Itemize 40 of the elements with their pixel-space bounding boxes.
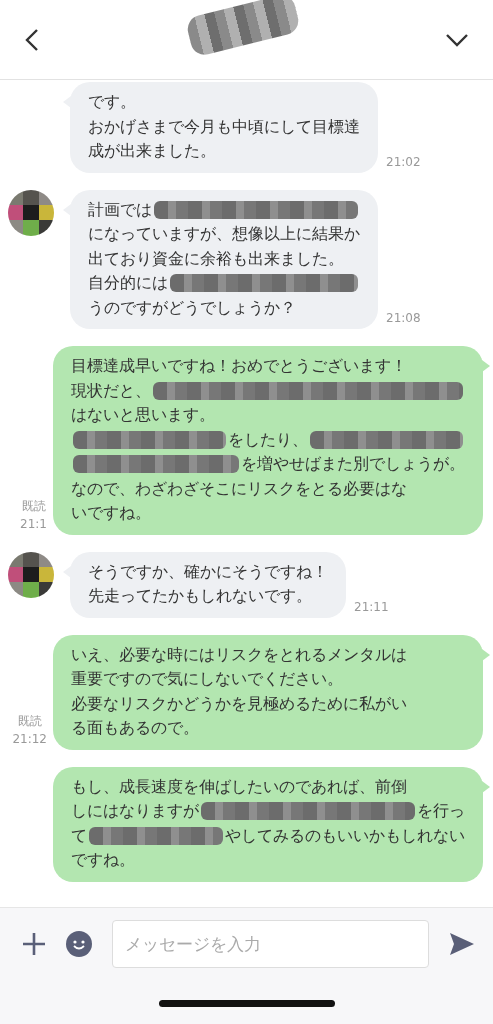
read-receipt: 既読 xyxy=(21,497,46,515)
message-text: もし、成長速度を伸ばしたいのであれば、前倒 xyxy=(71,775,407,798)
message-text: を行っ xyxy=(417,800,465,822)
message-text: をしたり、 xyxy=(228,428,308,451)
message-text: しにはなりますが xyxy=(71,800,199,822)
message-text: る面もあるので。 xyxy=(71,717,199,739)
plus-icon[interactable] xyxy=(22,932,46,956)
timestamp: 21:12 xyxy=(12,730,47,748)
message-text: そうですか、確かにそうですね！ xyxy=(88,560,328,583)
timestamp: 21:1 xyxy=(20,515,47,533)
message-text: やしてみるのもいいかもしれない xyxy=(225,824,465,847)
message-text: おかげさまで今月も中頃にして目標達 xyxy=(88,115,360,138)
message-input[interactable]: メッセージを入力 xyxy=(112,920,429,968)
smiley-icon[interactable] xyxy=(66,931,92,957)
message-text: です。 xyxy=(88,91,136,113)
message-text: 先走ってたかもしれないです。 xyxy=(88,585,312,607)
chevron-down-icon[interactable] xyxy=(445,32,469,47)
message-text: 自分的には xyxy=(88,272,168,294)
message-text: 目標達成早いですね！おめでとうございます！ xyxy=(71,355,407,377)
message-text: 必要なリスクかどうかを見極めるために私がい xyxy=(71,692,407,715)
message-text: 計画では xyxy=(88,198,152,221)
timestamp: 21:08 xyxy=(386,310,421,327)
read-receipt: 既読 xyxy=(17,712,42,730)
message-text: いえ、必要な時にはリスクをとれるメンタルは xyxy=(71,643,407,666)
message-text: はないと思います。 xyxy=(71,404,215,426)
send-icon[interactable] xyxy=(449,932,475,956)
message-text: て xyxy=(71,824,87,847)
timestamp: 21:11 xyxy=(354,598,389,616)
message-text: ですね。 xyxy=(71,849,135,871)
message-text: 重要ですので気にしないでください。 xyxy=(71,668,343,690)
back-icon[interactable] xyxy=(24,27,40,52)
message-text: 出ており資金に余裕も出来ました。 xyxy=(88,247,344,270)
message-text: を増やせばまた別でしょうが。 xyxy=(241,453,465,475)
message-text: なので、わざわざそこにリスクをとる必要はな xyxy=(71,477,407,500)
message-text: 現状だと、 xyxy=(71,379,151,402)
message-text: 成が出来ました。 xyxy=(88,140,216,162)
message-text: いですね。 xyxy=(71,502,151,524)
message-text: になっていますが、想像以上に結果か xyxy=(88,223,360,245)
timestamp: 21:02 xyxy=(386,153,421,171)
message-text: うのですがどうでしょうか？ xyxy=(88,296,296,319)
